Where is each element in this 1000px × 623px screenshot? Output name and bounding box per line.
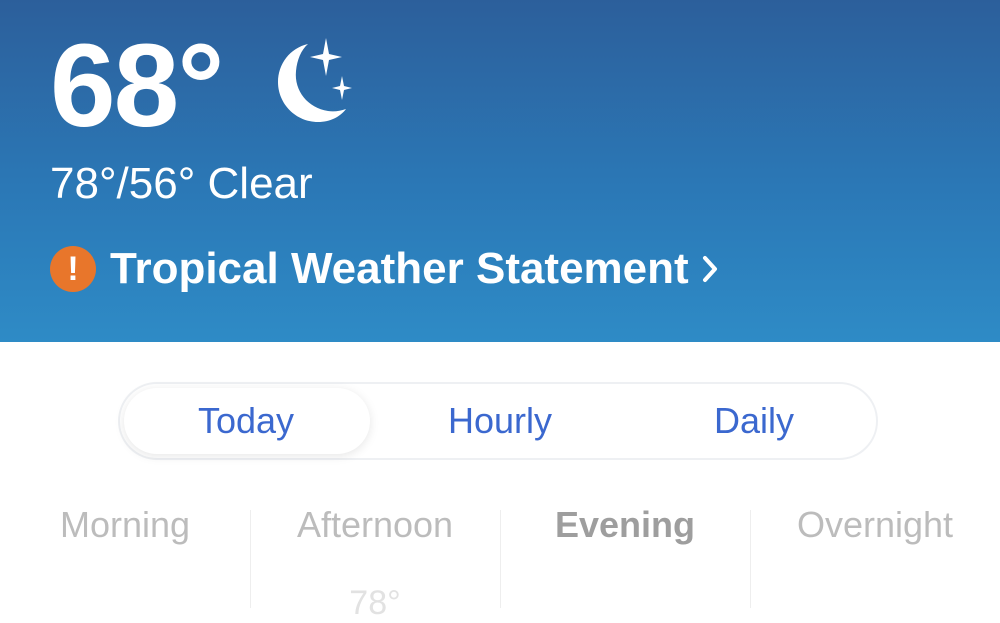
day-part-evening[interactable]: Evening [500,490,750,608]
current-temperature: 68° [50,20,224,152]
tab-daily[interactable]: Daily [628,384,880,458]
moon-stars-icon [278,38,353,122]
day-part-temp: 78° [349,584,401,622]
forecast-view-tabs: Today Hourly Daily [118,382,878,460]
hi-lo-condition: 78°/56° Clear [50,159,313,208]
day-part-label: Morning [59,504,191,545]
day-part-afternoon[interactable]: Afternoon 78° [250,490,500,622]
day-parts-row: Morning Afternoon 78° Evening Overnight [0,490,1000,622]
day-part-morning[interactable]: Morning [0,490,250,608]
day-part-label: Afternoon [296,504,454,545]
current-temp-row: 68° [50,26,356,146]
current-conditions-header: 68° 78°/56° Clear ! Tropical Weather Sta… [0,0,1000,342]
day-part-overnight[interactable]: Overnight [750,490,1000,608]
exclamation-icon: ! [50,246,96,292]
chevron-right-icon [702,256,717,282]
weather-alert-text: Tropical Weather Statement [110,244,689,293]
day-part-label: Evening [554,504,696,545]
tab-today[interactable]: Today [120,384,372,458]
weather-alert-link[interactable]: ! Tropical Weather Statement [50,246,719,292]
day-part-label: Overnight [796,504,954,545]
tab-hourly[interactable]: Hourly [374,384,626,458]
